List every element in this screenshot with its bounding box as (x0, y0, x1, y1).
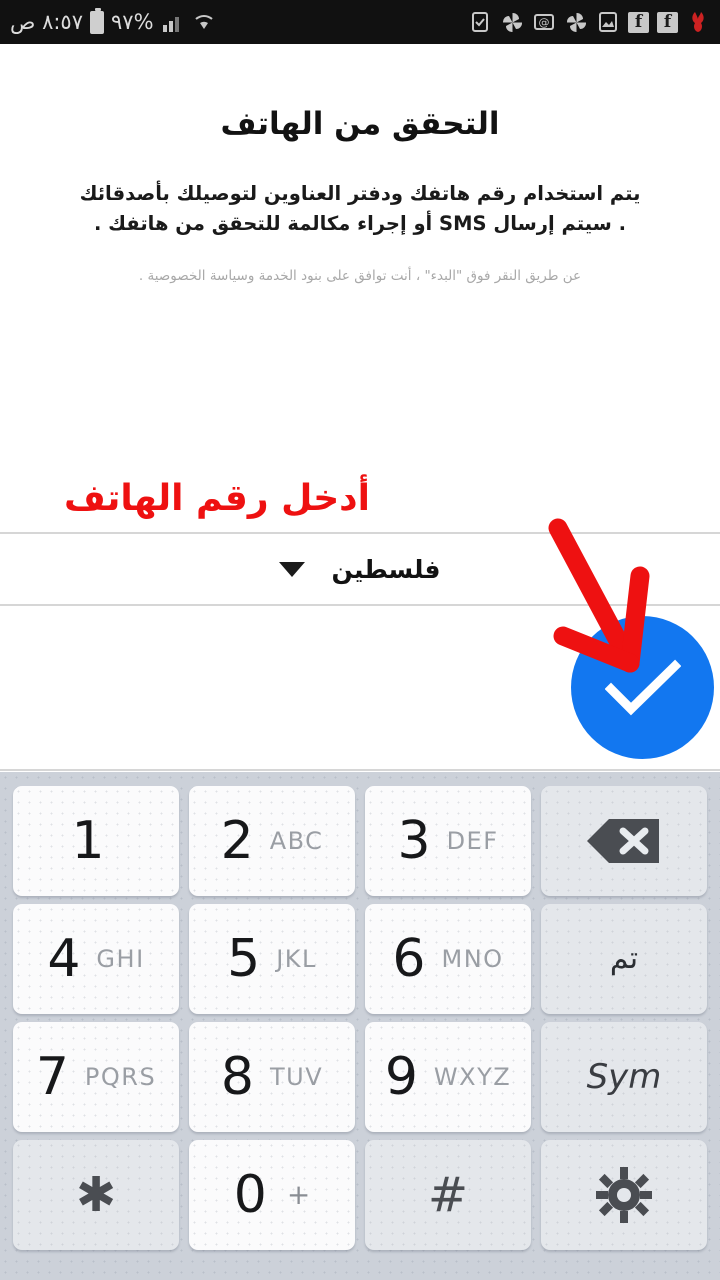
page-title: التحقق من الهاتف (220, 106, 500, 142)
key-label: ✱ (75, 1167, 117, 1223)
signal-icon (161, 10, 185, 34)
key-8[interactable]: 8 TUV (189, 1022, 355, 1132)
key-digit: 0 (233, 1165, 267, 1225)
key-letters: DEF (446, 827, 499, 855)
key-label: Sym (586, 1057, 662, 1097)
wifi-icon (192, 10, 216, 34)
gear-icon (596, 1167, 652, 1223)
key-digit: 2 (220, 811, 254, 871)
annotation-arrow-icon (548, 518, 650, 673)
key-label: تم (609, 941, 639, 976)
clipboard-check-icon (468, 10, 492, 34)
photo-icon (596, 10, 620, 34)
key-1[interactable]: 1 (13, 786, 179, 896)
facebook-icon: f (628, 11, 649, 33)
key-5[interactable]: 5 JKL (189, 904, 355, 1014)
key-letters: JKL (276, 945, 317, 973)
key-done[interactable]: تم (541, 904, 707, 1014)
key-digit: 6 (392, 929, 426, 989)
key-digit: 8 (220, 1047, 254, 1107)
key-hash[interactable]: # (365, 1140, 531, 1250)
keyboard-row: 7 PQRS 8 TUV 9 WXYZ Sym (8, 1018, 712, 1136)
numeric-keyboard: 1 2 ABC 3 DEF 4 GHI 5 JKL 6 MNO تم 7 PQR… (0, 772, 720, 1280)
status-time: ٨:٥٧ ص (10, 10, 83, 34)
key-settings[interactable] (541, 1140, 707, 1250)
phone-verification-screen: ٨:٥٧ ص ٩٧% @ f f التحقق من الهاتف يتم اس… (0, 0, 720, 1280)
key-7[interactable]: 7 PQRS (13, 1022, 179, 1132)
page-description: يتم استخدام رقم هاتفك ودفتر العناوين لتو… (79, 182, 641, 236)
key-2[interactable]: 2 ABC (189, 786, 355, 896)
key-backspace[interactable] (541, 786, 707, 896)
keyboard-row: 1 2 ABC 3 DEF (8, 782, 712, 900)
key-digit: 3 (397, 811, 431, 871)
header-block: التحقق من الهاتف يتم استخدام رقم هاتفك و… (0, 44, 720, 286)
status-bar-left: ٨:٥٧ ص ٩٧% (10, 7, 216, 34)
key-0[interactable]: 0 + (189, 1140, 355, 1250)
key-letters: GHI (96, 945, 145, 973)
svg-text:@: @ (539, 16, 550, 29)
key-asterisk[interactable]: ✱ (13, 1140, 179, 1250)
key-letters: ABC (269, 827, 324, 855)
battery-icon (90, 7, 104, 34)
backspace-icon (585, 817, 663, 865)
key-digit: 7 (35, 1047, 69, 1107)
keyboard-row: ✱ 0 + # (8, 1136, 712, 1254)
status-bar: ٨:٥٧ ص ٩٧% @ f f (0, 0, 720, 44)
status-bar-notifications: @ f f (468, 10, 710, 34)
key-digit: 5 (227, 929, 261, 989)
key-plus: + (286, 1178, 311, 1211)
key-letters: WXYZ (433, 1063, 512, 1091)
key-digit: 1 (71, 811, 105, 871)
key-letters: PQRS (84, 1063, 157, 1091)
chevron-down-icon (279, 561, 306, 577)
terms-fine-print: عن طريق النقر فوق "البدء" ، أنت توافق عل… (138, 267, 582, 284)
annotation-text: أدخل رقم الهاتف (63, 478, 370, 519)
divider-bottom (0, 769, 720, 771)
key-digit: 9 (384, 1047, 418, 1107)
key-letters: TUV (269, 1063, 324, 1091)
key-6[interactable]: 6 MNO (365, 904, 531, 1014)
key-symbols[interactable]: Sym (541, 1022, 707, 1132)
country-name: فلسطين (331, 554, 441, 584)
key-letters: MNO (441, 945, 504, 973)
key-9[interactable]: 9 WXYZ (365, 1022, 531, 1132)
facebook-icon: f (657, 11, 678, 33)
keyboard-row: 4 GHI 5 JKL 6 MNO تم (8, 900, 712, 1018)
key-label: # (427, 1167, 469, 1223)
battery-percent: ٩٧% (111, 10, 154, 34)
key-digit: 4 (47, 929, 81, 989)
red-alert-icon (686, 10, 710, 34)
key-4[interactable]: 4 GHI (13, 904, 179, 1014)
email-icon: @ (532, 10, 556, 34)
pinwheel-icon (564, 10, 588, 34)
key-3[interactable]: 3 DEF (365, 786, 531, 896)
pinwheel-icon (500, 10, 524, 34)
